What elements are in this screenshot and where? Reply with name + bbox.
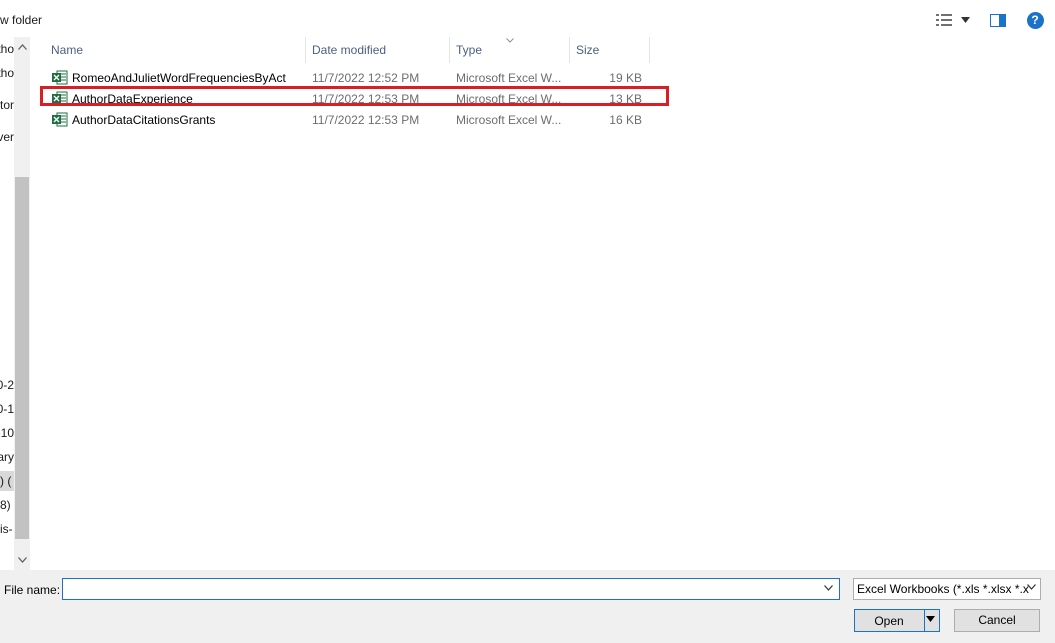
nav-item-selected[interactable]: ) (: [0, 471, 14, 491]
nav-item[interactable]: -10: [0, 426, 14, 440]
scroll-up-icon[interactable]: [14, 39, 30, 55]
view-details-icon[interactable]: [934, 10, 954, 30]
cancel-button[interactable]: Cancel: [954, 609, 1040, 632]
help-label: ?: [1026, 11, 1044, 29]
highlight-box: [40, 86, 669, 106]
scroll-down-icon[interactable]: [14, 552, 30, 568]
nav-item[interactable]: ver: [0, 130, 14, 144]
nav-scrollbar-thumb[interactable]: [15, 177, 29, 539]
file-name-label: File name:: [4, 583, 61, 597]
view-dropdown-icon[interactable]: [958, 10, 972, 30]
nav-item[interactable]: tor: [0, 98, 14, 112]
file-name-input[interactable]: [62, 578, 840, 600]
file-row[interactable]: RomeoAndJulietWordFrequenciesByAct 11/7/…: [40, 68, 670, 88]
column-header-name[interactable]: Name: [51, 37, 83, 63]
file-type: Microsoft Excel W...: [456, 113, 562, 127]
bottom-bar: File name: Excel Workbooks (*.xls *.xlsx…: [0, 570, 1055, 643]
new-folder-button[interactable]: w folder: [0, 13, 42, 27]
filter-dropdown-icon[interactable]: [1027, 582, 1036, 593]
file-size: 19 KB: [609, 71, 642, 85]
file-name: RomeoAndJulietWordFrequenciesByAct: [72, 71, 286, 85]
file-type: Microsoft Excel W...: [456, 71, 562, 85]
column-header-size[interactable]: Size: [576, 37, 599, 63]
open-dropdown-icon[interactable]: [926, 614, 935, 625]
file-type-filter[interactable]: Excel Workbooks (*.xls *.xlsx *.x: [853, 578, 1041, 600]
file-name-dropdown-icon[interactable]: [824, 583, 833, 594]
preview-pane-icon[interactable]: [988, 10, 1008, 30]
navigation-pane: tho tho tor ver 0-2 0-1 -10 rary ) ( 8) …: [0, 37, 30, 570]
file-name: AuthorDataCitationsGrants: [72, 113, 216, 127]
nav-item[interactable]: tho: [0, 42, 14, 56]
column-separator[interactable]: [569, 37, 570, 63]
excel-file-icon: [52, 112, 68, 127]
column-header-type[interactable]: Type: [456, 37, 482, 63]
nav-scrollbar[interactable]: [14, 37, 30, 570]
help-icon[interactable]: ?: [1025, 10, 1045, 30]
open-button[interactable]: Open: [854, 609, 940, 632]
nav-item[interactable]: is-: [0, 522, 14, 536]
column-header-date-modified[interactable]: Date modified: [312, 37, 386, 63]
file-date: 11/7/2022 12:53 PM: [312, 113, 420, 127]
nav-item[interactable]: 0-1: [0, 402, 14, 416]
open-button-label: Open: [874, 614, 904, 628]
nav-item[interactable]: rary: [0, 450, 14, 464]
toolbar: w folder ?: [0, 0, 1055, 40]
column-separator[interactable]: [649, 37, 650, 63]
sort-chevron-icon: [506, 35, 514, 45]
nav-item[interactable]: 8): [0, 498, 14, 512]
nav-item[interactable]: tho: [0, 66, 14, 80]
file-row[interactable]: AuthorDataCitationsGrants 11/7/2022 12:5…: [40, 110, 670, 130]
open-split-divider: [924, 610, 925, 631]
nav-item[interactable]: 0-2: [0, 378, 14, 392]
file-size: 16 KB: [609, 113, 642, 127]
column-separator[interactable]: [449, 37, 450, 63]
file-date: 11/7/2022 12:52 PM: [312, 71, 420, 85]
column-separator[interactable]: [305, 37, 306, 63]
excel-file-icon: [52, 70, 68, 85]
file-type-filter-value: Excel Workbooks (*.xls *.xlsx *.x: [857, 582, 1029, 596]
file-list: Name Date modified Type Size RomeoAndJul…: [30, 37, 1055, 570]
